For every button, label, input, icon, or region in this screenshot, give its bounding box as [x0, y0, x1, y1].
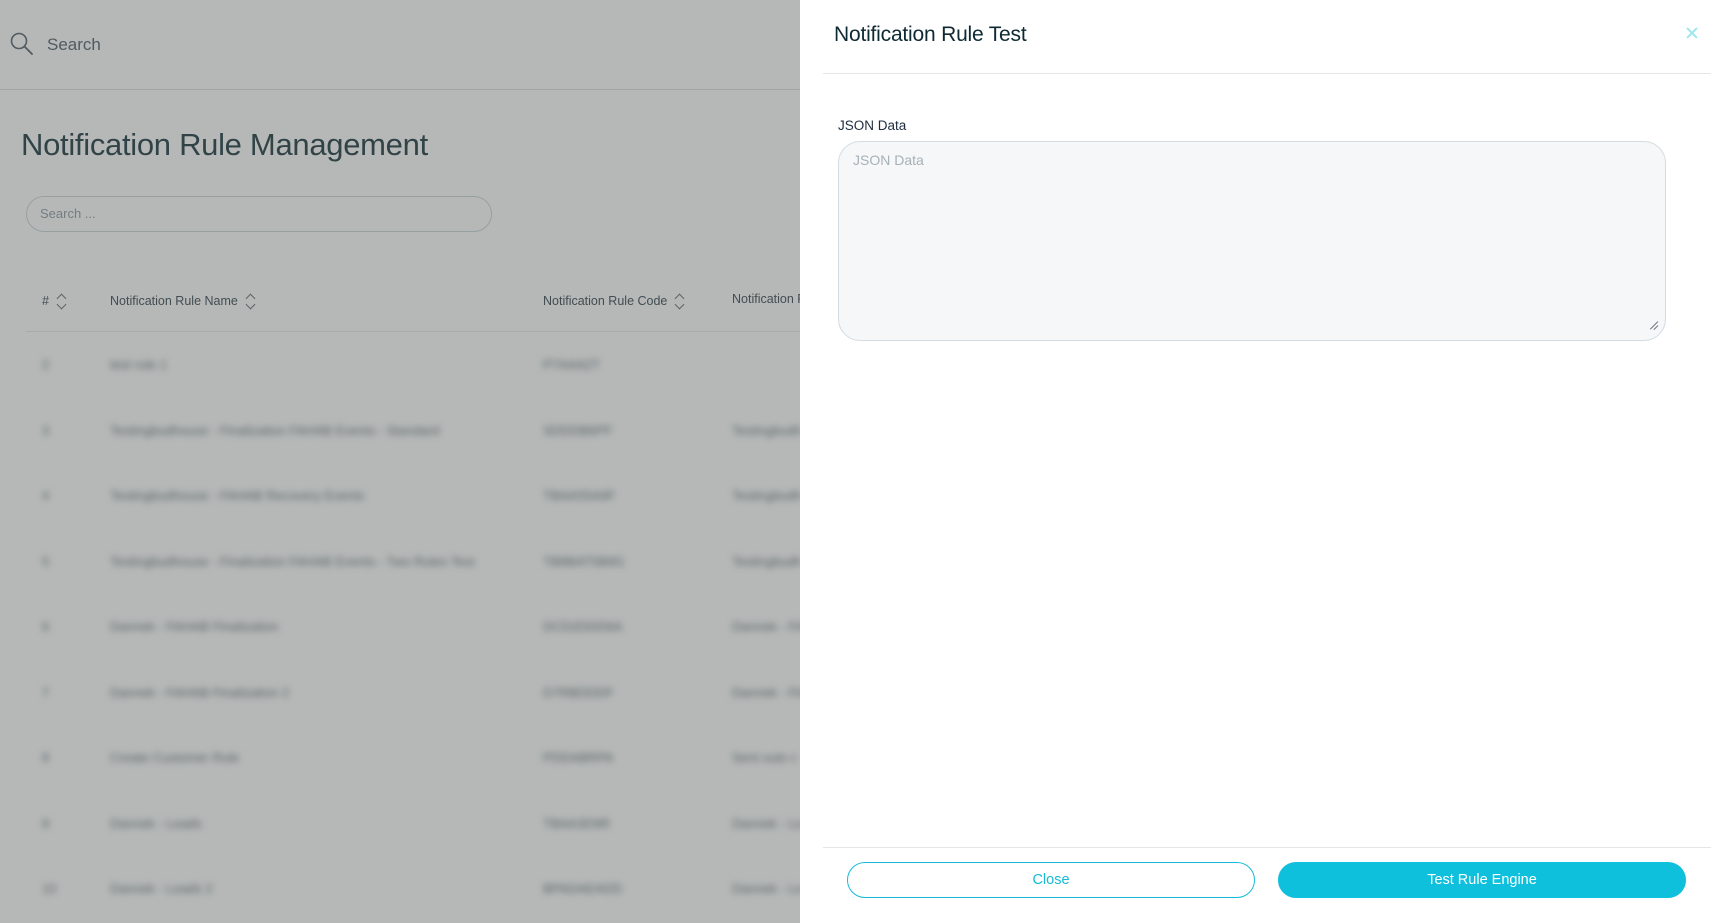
modal-overlay[interactable] [0, 0, 800, 923]
json-data-textarea[interactable] [838, 141, 1666, 341]
drawer-title: Notification Rule Test [834, 23, 1027, 46]
drawer-header: Notification Rule Test [823, 0, 1711, 74]
close-button[interactable]: Close [847, 862, 1255, 898]
resize-grip-icon[interactable] [1648, 320, 1658, 330]
drawer-footer: Close Test Rule Engine [823, 847, 1711, 923]
close-icon[interactable] [1685, 26, 1699, 40]
json-data-label: JSON Data [838, 118, 907, 133]
notification-rule-test-drawer: Notification Rule Test JSON Data Close T… [800, 0, 1725, 923]
test-rule-engine-button[interactable]: Test Rule Engine [1278, 862, 1686, 898]
